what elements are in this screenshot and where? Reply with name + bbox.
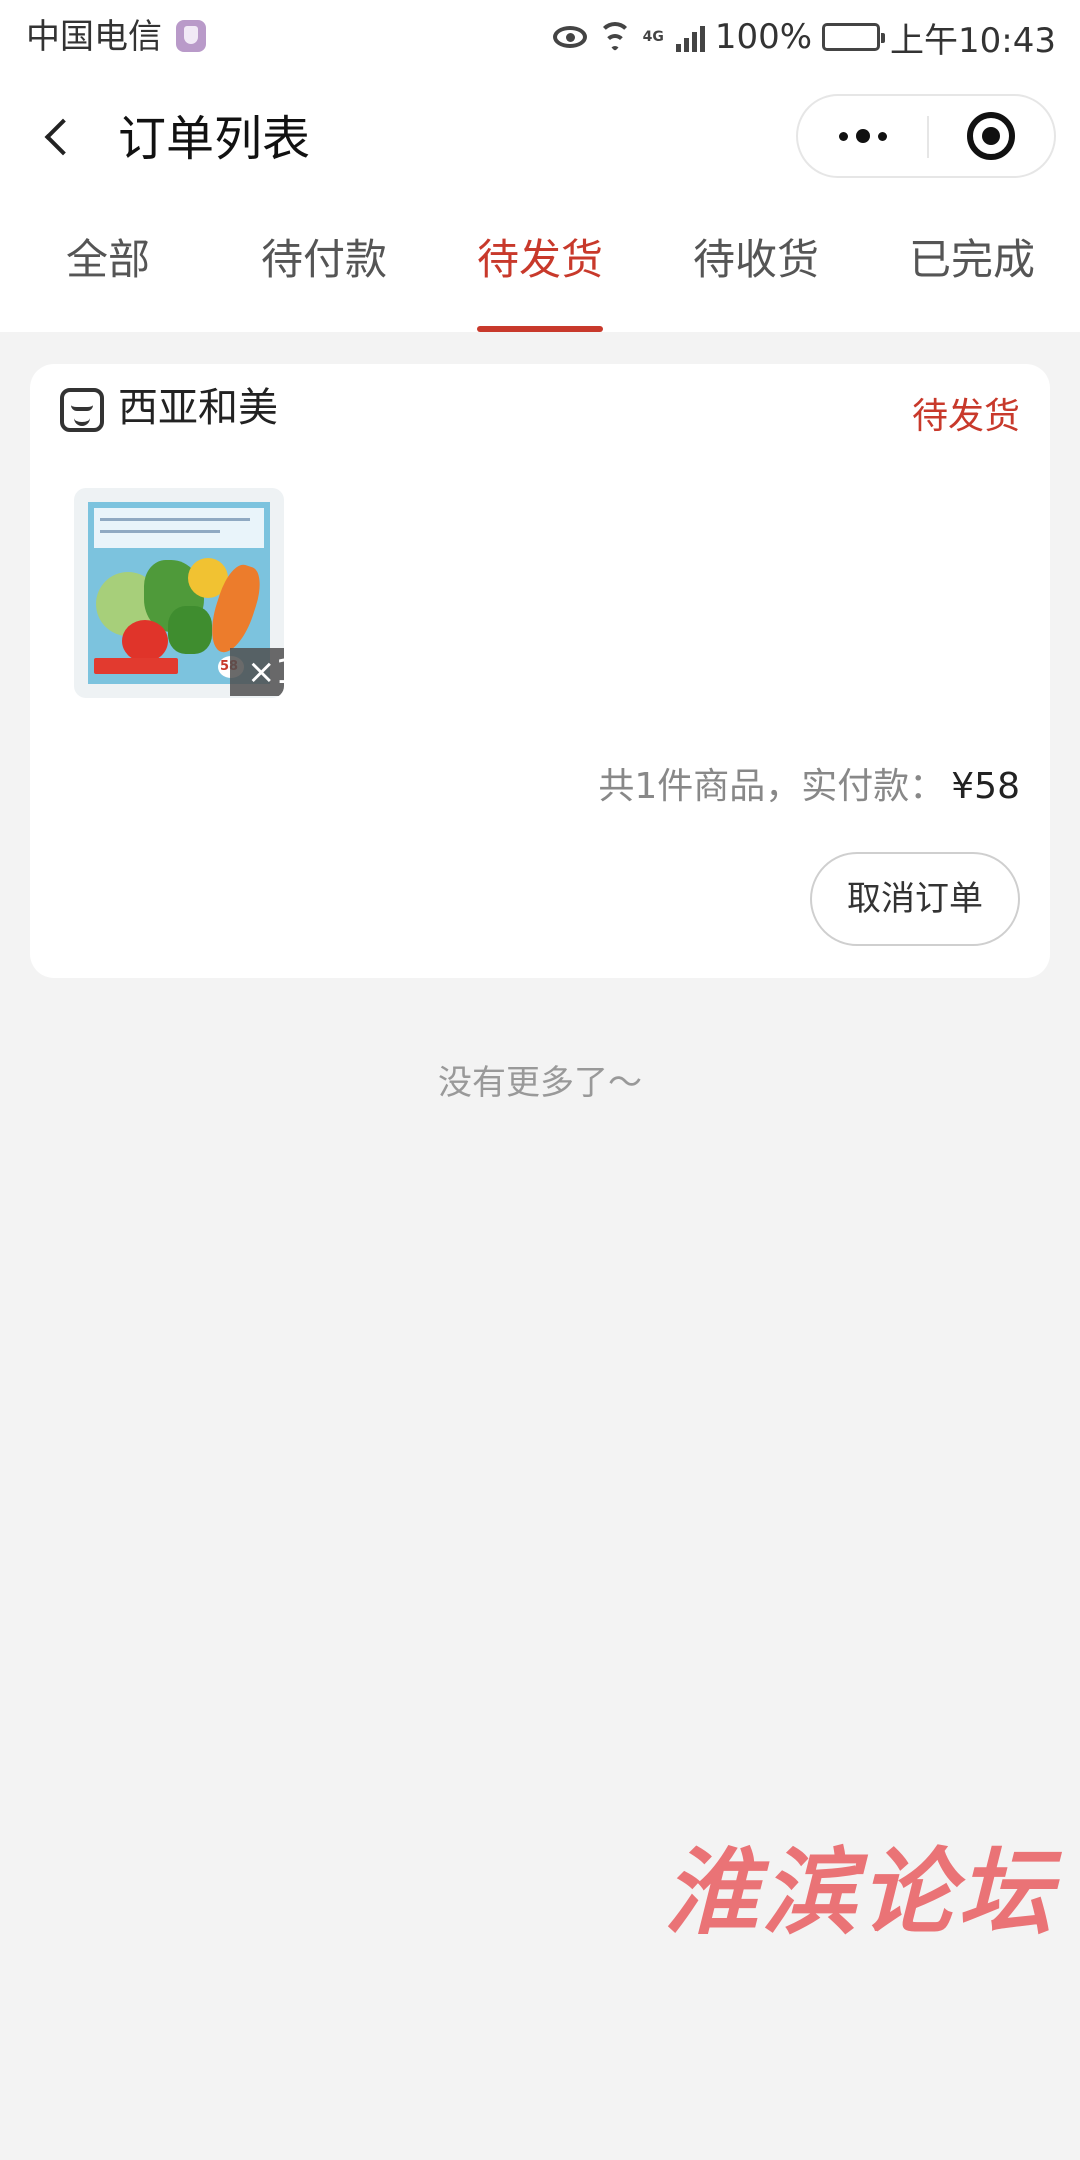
tab-all[interactable]: 全部 — [0, 204, 216, 332]
wifi-icon — [597, 22, 633, 52]
page-title: 订单列表 — [118, 111, 311, 167]
battery-percent: 100% — [714, 17, 813, 57]
more-dots-icon — [839, 131, 848, 141]
order-tabs: 全部 待付款 待发货 待收货 已完成 — [0, 204, 1080, 332]
quantity-tag: ×1 — [230, 648, 284, 696]
close-button[interactable] — [929, 96, 1055, 176]
status-bar-right: 4G 100% 上午10:43 — [552, 14, 1056, 61]
status-bar: 中国电信 4G 100% 上午10:43 — [0, 0, 1080, 74]
eye-icon — [552, 26, 587, 48]
network-type-label: 4G — [642, 29, 664, 45]
order-price: ¥58 — [951, 766, 1020, 807]
carrier-label: 中国电信 — [26, 17, 162, 57]
nav-bar: 订单列表 — [0, 74, 1080, 204]
no-more-text: 没有更多了～ — [438, 1063, 642, 1103]
more-button[interactable] — [798, 96, 928, 176]
shop-icon — [60, 388, 104, 432]
cancel-order-button[interactable]: 取消订单 — [810, 852, 1020, 946]
signal-icon — [675, 22, 705, 52]
tab-pending-receipt[interactable]: 待收货 — [648, 204, 864, 332]
close-target-icon — [967, 112, 1015, 160]
tab-pending-payment[interactable]: 待付款 — [216, 204, 432, 332]
shield-icon — [176, 20, 206, 52]
battery-icon — [822, 23, 886, 51]
tab-completed[interactable]: 已完成 — [864, 204, 1080, 332]
shop-name: 西亚和美 — [118, 385, 278, 431]
miniprogram-capsule — [796, 94, 1056, 178]
summary-text: 共1件商品，实付款： — [598, 766, 946, 807]
product-image-banner — [94, 658, 178, 674]
product-image-caption — [94, 508, 264, 548]
order-summary: 共1件商品，实付款： ¥58 — [598, 762, 1020, 812]
clock: 上午10:43 — [890, 20, 1056, 61]
forum-watermark: 淮滨论坛 — [664, 1838, 1057, 1948]
order-status: 待发货 — [911, 396, 1020, 437]
tab-pending-shipment[interactable]: 待发货 — [432, 204, 648, 332]
back-arrow-icon — [44, 118, 82, 156]
back-button[interactable] — [34, 110, 84, 170]
product-thumbnail[interactable]: 58 ×1 — [74, 488, 284, 698]
order-card[interactable]: 西亚和美 待发货 58 ×1 共1件商品，实付款：¥58 取消订单 — [30, 364, 1050, 978]
